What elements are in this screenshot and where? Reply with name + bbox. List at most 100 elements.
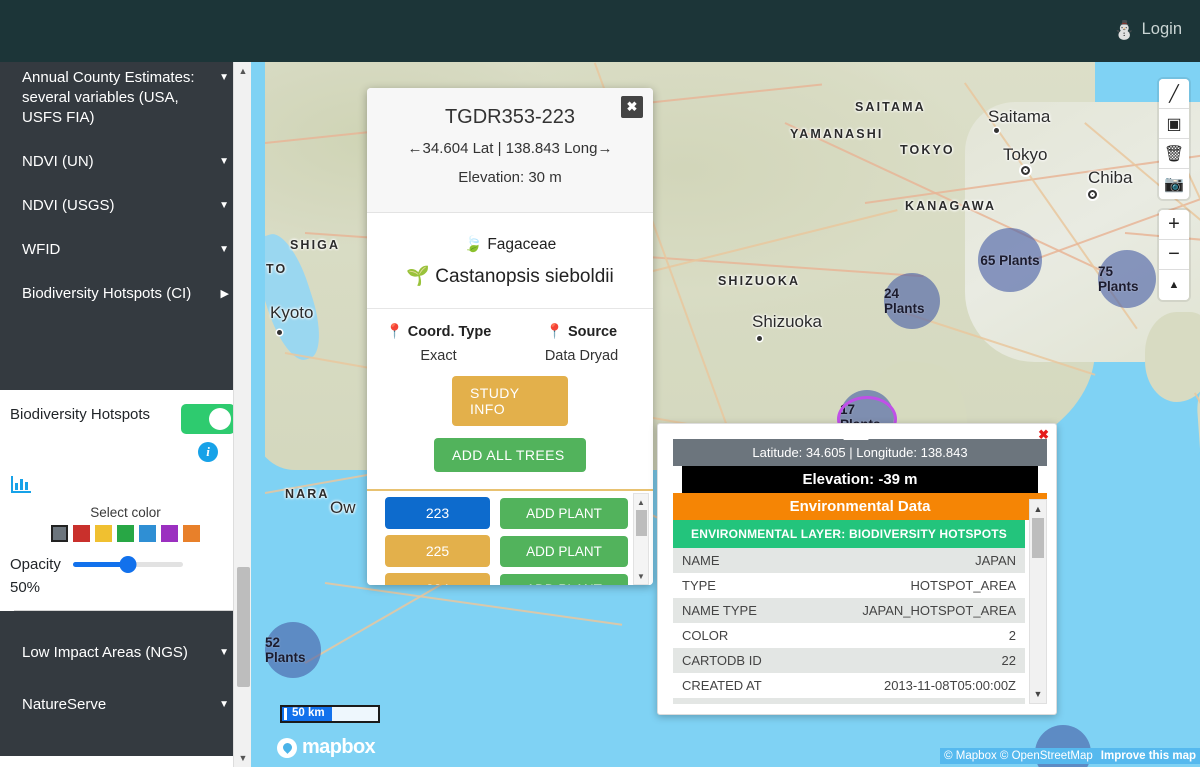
- env-scroll-down-icon[interactable]: ▼: [1030, 686, 1046, 702]
- map-cluster-marker[interactable]: 52 Plants: [265, 622, 321, 678]
- layers-sidebar[interactable]: Annual County Estimates: several variabl…: [0, 62, 251, 767]
- add-plant-button[interactable]: ADD PLANT: [500, 536, 628, 567]
- sidebar-layer-1[interactable]: NDVI (UN)▼: [0, 128, 251, 172]
- map-cluster-marker[interactable]: 65 Plants: [978, 228, 1042, 292]
- sidebar-scrollbar[interactable]: ▲ ▼: [233, 62, 251, 767]
- map-attribution[interactable]: © Mapbox © OpenStreetMap Improve this ma…: [940, 748, 1200, 764]
- popup-body: 🍃 Fagaceae 🌱 Castanopsis sieboldii 📍 Coo…: [367, 213, 653, 472]
- chevron-icon[interactable]: ▼: [219, 240, 229, 260]
- coord-type-label: Coord. Type: [408, 324, 492, 340]
- bar-chart-icon[interactable]: [10, 474, 251, 499]
- plant-id-button[interactable]: 224: [385, 573, 490, 585]
- env-row-value: 22: [1002, 653, 1016, 668]
- env-row-key: CREATED AT: [682, 678, 762, 693]
- env-row-value: JAPAN_HOTSPOT_AREA: [862, 603, 1016, 618]
- plant-list-scroll-thumb[interactable]: [636, 510, 647, 536]
- opacity-slider[interactable]: [73, 562, 183, 567]
- plant-id-button[interactable]: 223: [385, 497, 490, 529]
- env-row-value: JAPAN: [975, 553, 1016, 568]
- trash-icon[interactable]: 🗑: [1159, 139, 1189, 169]
- login-button[interactable]: ⛄ Login: [1113, 20, 1182, 39]
- login-label: Login: [1142, 20, 1182, 39]
- layer-group-bottom[interactable]: Low Impact Areas (NGS)▼NatureServe▼: [0, 611, 251, 756]
- map-zoom-toolbar[interactable]: +−▲: [1159, 210, 1189, 300]
- plant-detail-popup[interactable]: ✖ TGDR353-223 ←34.604 Lat | 138.843 Long…: [367, 88, 653, 585]
- color-swatch-1[interactable]: [73, 525, 90, 542]
- layer-group-top[interactable]: Annual County Estimates: several variabl…: [0, 62, 251, 390]
- sidebar-bottom-layer-0[interactable]: Low Impact Areas (NGS)▼: [0, 611, 251, 663]
- sidebar-layer-4[interactable]: Biodiversity Hotspots (CI) ▶: [0, 260, 251, 304]
- measure-line-icon[interactable]: ╱: [1159, 79, 1189, 109]
- map-draw-toolbar[interactable]: ╱▣🗑📷: [1159, 79, 1189, 199]
- plant-list[interactable]: 223 ADD PLANT 225 ADD PLANT 224 ADD PLANT ▲ ▼: [367, 489, 653, 585]
- sidebar-scroll-up-icon[interactable]: ▲: [234, 62, 251, 80]
- attribution-text: © Mapbox © OpenStreetMap: [940, 748, 1097, 764]
- chevron-icon[interactable]: ▼: [219, 643, 229, 663]
- chevron-icon[interactable]: ▼: [219, 68, 229, 88]
- env-layer-header: ENVIRONMENTAL LAYER: BIODIVERSITY HOTSPO…: [673, 520, 1025, 548]
- add-all-trees-button[interactable]: ADD ALL TREES: [434, 438, 586, 472]
- color-swatch-6[interactable]: [183, 525, 200, 542]
- zoom-out-button[interactable]: −: [1159, 240, 1189, 270]
- popup-caret: [843, 439, 869, 440]
- mapbox-logo[interactable]: mapbox: [277, 736, 375, 759]
- polygon-draw-icon[interactable]: ▣: [1159, 109, 1189, 139]
- color-swatch-2[interactable]: [95, 525, 112, 542]
- coord-type-block: 📍 Coord. Type Exact: [367, 323, 510, 364]
- popup-coordinates: ←34.604 Lat | 138.843 Long→: [367, 140, 653, 157]
- env-row-key: NAME: [682, 553, 720, 568]
- compass-button[interactable]: ▲: [1159, 270, 1189, 300]
- chevron-icon[interactable]: ▶: [221, 284, 229, 304]
- map-cluster-marker[interactable]: 75 Plants: [1098, 250, 1156, 308]
- chevron-icon[interactable]: ▼: [219, 695, 229, 715]
- environmental-data-panel[interactable]: ✖ Latitude: 34.605 | Longitude: 138.843 …: [657, 423, 1057, 715]
- biodiversity-hotspots-panel[interactable]: Biodiversity Hotspots i Select color Opa…: [0, 390, 251, 611]
- sidebar-scroll-down-icon[interactable]: ▼: [234, 749, 251, 767]
- plant-list-scroll-down-icon[interactable]: ▼: [634, 569, 648, 583]
- env-row: TYPEHOTSPOT_AREA: [673, 573, 1025, 598]
- chevron-icon[interactable]: ▼: [219, 152, 229, 172]
- map-capital-dot: [1088, 190, 1097, 199]
- env-scroll-thumb[interactable]: [1032, 518, 1044, 558]
- plant-row[interactable]: 224 ADD PLANT: [367, 567, 653, 585]
- layer-toggle-row[interactable]: Biodiversity Hotspots i: [0, 390, 251, 462]
- env-row-value: 2: [1009, 628, 1016, 643]
- color-swatch-list[interactable]: [0, 525, 251, 542]
- plant-row[interactable]: 225 ADD PLANT: [367, 529, 653, 567]
- add-plant-button[interactable]: ADD PLANT: [500, 498, 628, 529]
- sidebar-layer-0[interactable]: Annual County Estimates: several variabl…: [0, 62, 251, 128]
- env-row: NAME TYPEJAPAN_HOTSPOT_AREA: [673, 598, 1025, 623]
- account-circle-icon: ⛄: [1113, 21, 1135, 39]
- chevron-icon[interactable]: ▼: [219, 196, 229, 216]
- add-plant-button[interactable]: ADD PLANT: [500, 574, 628, 586]
- env-row: CREATED AT2013-11-08T05:00:00Z: [673, 673, 1025, 698]
- mapbox-mark-icon: [277, 738, 297, 758]
- sidebar-scroll-thumb[interactable]: [237, 567, 250, 687]
- env-scroll-up-icon[interactable]: ▲: [1030, 501, 1046, 517]
- plant-row[interactable]: 223 ADD PLANT: [367, 491, 653, 529]
- plant-list-scrollbar[interactable]: ▲ ▼: [633, 493, 649, 585]
- plant-list-scroll-up-icon[interactable]: ▲: [634, 495, 648, 509]
- biodiversity-hotspots-toggle[interactable]: [181, 404, 235, 434]
- map-cluster-marker[interactable]: 24 Plants: [884, 273, 940, 329]
- color-swatch-0[interactable]: [51, 525, 68, 542]
- popup-elevation: Elevation: 30 m: [367, 169, 653, 186]
- map-scale-bar: 50 km: [280, 705, 380, 723]
- improve-map-link[interactable]: Improve this map: [1097, 748, 1200, 764]
- env-scrollbar[interactable]: ▲ ▼: [1029, 499, 1047, 704]
- opacity-row[interactable]: Opacity: [0, 542, 251, 573]
- color-swatch-5[interactable]: [161, 525, 178, 542]
- sidebar-layer-2[interactable]: NDVI (USGS)▼: [0, 172, 251, 216]
- env-title: Environmental Data: [673, 493, 1047, 520]
- info-icon[interactable]: i: [198, 442, 218, 462]
- sidebar-layer-label: Biodiversity Hotspots (CI): [22, 284, 191, 304]
- camera-icon[interactable]: 📷: [1159, 169, 1189, 199]
- plant-id-button[interactable]: 225: [385, 535, 490, 567]
- study-info-button[interactable]: STUDY INFO: [452, 376, 568, 426]
- zoom-in-button[interactable]: +: [1159, 210, 1189, 240]
- sidebar-layer-3[interactable]: WFID▼: [0, 216, 251, 260]
- color-swatch-3[interactable]: [117, 525, 134, 542]
- color-swatch-4[interactable]: [139, 525, 156, 542]
- sidebar-bottom-layer-1[interactable]: NatureServe▼: [0, 663, 251, 715]
- close-icon[interactable]: ✖: [621, 96, 643, 118]
